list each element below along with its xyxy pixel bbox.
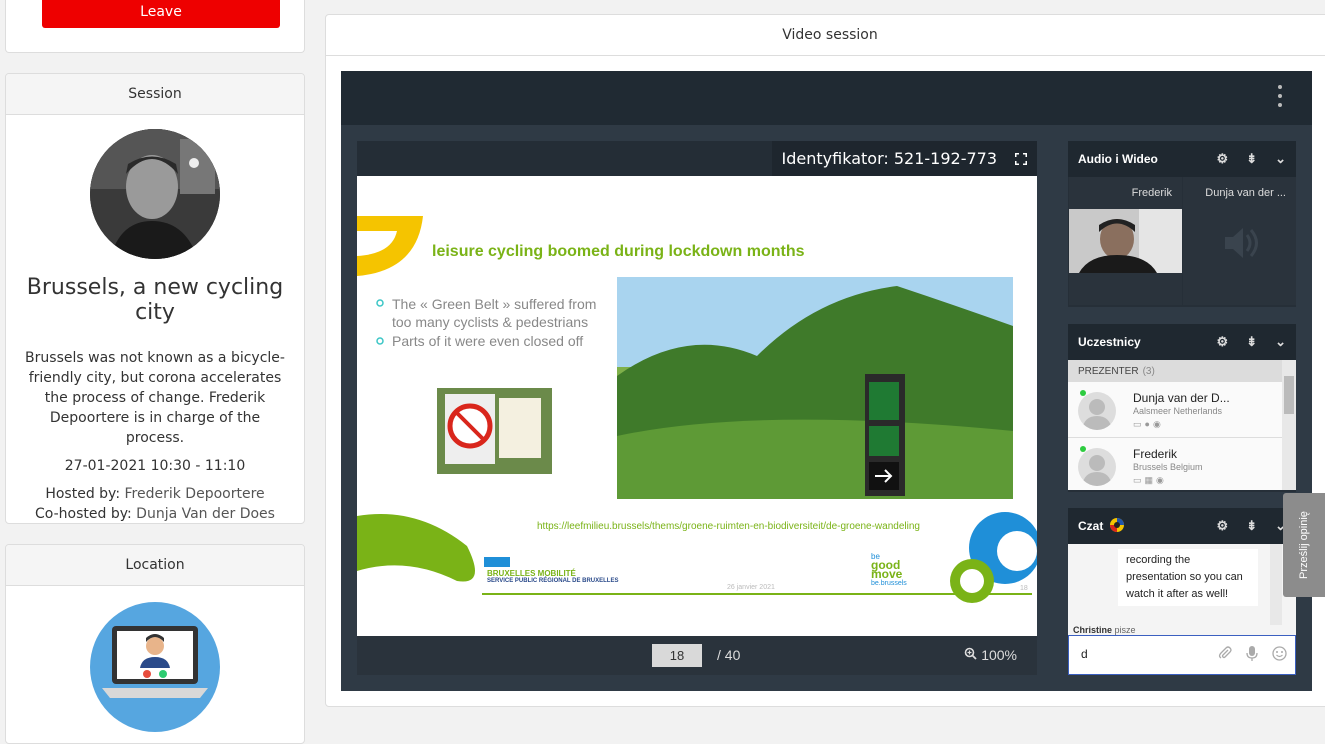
emoji-icon[interactable]	[1272, 646, 1287, 665]
session-header: Session	[6, 74, 304, 115]
avatar	[1078, 448, 1116, 486]
pin-icon[interactable]: ⇟	[1246, 151, 1257, 167]
slide-title: leisure cycling boomed during lockdown m…	[432, 243, 805, 260]
hosted-label: Hosted by:	[45, 486, 121, 502]
microphone-icon[interactable]	[1246, 646, 1258, 665]
participants-panel: Uczestnicy ⚙ ⇟ ⌄ PREZENTER (3) Dunja van…	[1068, 324, 1296, 492]
slide-bullet-1: The « Green Belt » suffered from too man…	[392, 295, 596, 331]
chevron-down-icon[interactable]: ⌄	[1275, 151, 1286, 167]
participant-location: Brussels Belgium	[1133, 462, 1203, 472]
chat-message: recording the presentation so you can wa…	[1118, 549, 1258, 606]
leave-button[interactable]: Leave	[42, 0, 280, 28]
participant-scrollbar[interactable]	[1282, 360, 1296, 490]
video-session-header: Video session	[326, 15, 1325, 56]
cohosted-by: Co-hosted by: Dunja Van der Does	[6, 504, 304, 523]
slide-org-name: BRUXELLES MOBILITÉ	[487, 569, 576, 578]
chat-header: Czat ⚙ ⇟ ⌄	[1068, 508, 1296, 544]
slide-logo-move: move	[871, 567, 903, 581]
zoom-icon	[964, 647, 977, 663]
audio-video-title: Audio i Wideo	[1078, 152, 1158, 166]
attachment-icon[interactable]	[1218, 646, 1232, 665]
identifier-text: Identyfikator: 521-192-773	[781, 149, 997, 168]
participant-list: PREZENTER (3) Dunja van der D... Aalsmee…	[1068, 360, 1296, 490]
audio-video-header: Audio i Wideo ⚙ ⇟ ⌄	[1068, 141, 1296, 177]
slide-logo: be good move be.brussels	[871, 552, 907, 588]
more-menu-icon[interactable]	[1278, 85, 1284, 107]
presenter-section: PREZENTER (3)	[1068, 360, 1296, 382]
slide-date: 26 janvier 2021	[727, 584, 775, 591]
speaker-icon	[1220, 223, 1260, 268]
fullscreen-icon[interactable]	[1015, 150, 1027, 169]
host-avatar	[90, 129, 220, 259]
slide-number: 18	[1020, 585, 1028, 592]
device-icons: ▭●◉	[1133, 419, 1164, 429]
avatar	[1078, 392, 1116, 430]
participants-header: Uczestnicy ⚙ ⇟ ⌄	[1068, 324, 1296, 360]
page-total: / 40	[717, 647, 741, 663]
device-icons: ▭▦◉	[1133, 475, 1167, 485]
chat-title: Czat	[1078, 519, 1104, 533]
location-card: Location	[5, 544, 305, 744]
zoom-level: 100%	[981, 647, 1017, 663]
player-topbar	[341, 71, 1312, 125]
online-status-icon	[1080, 390, 1086, 396]
chat-panel: Czat ⚙ ⇟ ⌄ recording the presentation so…	[1068, 508, 1296, 675]
cohosted-label: Co-hosted by:	[35, 506, 132, 522]
feedback-label: Prześlij opinię	[1298, 511, 1310, 579]
chat-scrollbar[interactable]	[1270, 544, 1282, 633]
list-item[interactable]: Dunja van der D... Aalsmeer Netherlands …	[1068, 382, 1296, 438]
slide-org-sub: SERVICE PUBLIC RÉGIONAL DE BRUXELLES	[487, 578, 619, 584]
participants-title: Uczestnicy	[1078, 335, 1141, 349]
online-status-icon	[1080, 446, 1086, 452]
video-tile-name: Dunja van der ...	[1205, 187, 1286, 199]
audio-video-panel: Audio i Wideo ⚙ ⇟ ⌄ Frederik Dunja van d…	[1068, 141, 1296, 307]
typing-suffix: pisze	[1114, 625, 1136, 635]
presenter-label: PREZENTER	[1078, 365, 1139, 377]
slide-bullet-2: Parts of it were even closed off	[392, 333, 584, 349]
slide-bullet-1-line-b: too many cyclists & pedestrians	[392, 314, 589, 330]
slide-logo-brussels: be.brussels	[871, 580, 907, 587]
chevron-down-icon[interactable]: ⌄	[1275, 334, 1286, 350]
session-title: Brussels, a new cycling city	[26, 275, 284, 325]
presenter-count: (3)	[1142, 365, 1155, 377]
list-item[interactable]: Frederik Brussels Belgium ▭▦◉	[1068, 438, 1296, 490]
typing-name: Christine	[1073, 625, 1113, 635]
slide-url: https://leefmilieu.brussels/thems/groene…	[537, 521, 920, 532]
video-tile[interactable]: Frederik	[1069, 177, 1182, 305]
video-tile-name: Frederik	[1131, 187, 1172, 199]
pin-icon[interactable]: ⇟	[1246, 518, 1257, 534]
meeting-identifier: Identyfikator: 521-192-773	[771, 141, 1037, 176]
chat-messages: recording the presentation so you can wa…	[1068, 544, 1296, 633]
pin-icon[interactable]: ⇟	[1246, 334, 1257, 350]
chat-input-box	[1068, 635, 1296, 675]
slide-pager: / 40 100%	[357, 636, 1037, 675]
session-description: Brussels was not known as a bicycle-frie…	[25, 350, 285, 446]
leave-card: Leave	[5, 0, 305, 53]
cohost-name: Dunja Van der Does	[136, 506, 275, 522]
webinar-player: Identyfikator: 521-192-773 leisure cycli…	[341, 71, 1312, 691]
gear-icon[interactable]: ⚙	[1217, 518, 1229, 534]
host-name: Frederik Depoortere	[124, 486, 265, 502]
feedback-tab[interactable]: Prześlij opinię	[1283, 493, 1325, 597]
participant-location: Aalsmeer Netherlands	[1133, 406, 1223, 416]
online-meeting-icon	[90, 602, 220, 732]
zoom-control[interactable]: 100%	[964, 647, 1017, 663]
session-datetime: 27-01-2021 10:30 - 11:10	[64, 458, 246, 474]
location-header: Location	[6, 545, 304, 586]
participant-name: Frederik	[1133, 447, 1178, 461]
participant-name: Dunja van der D...	[1133, 391, 1230, 405]
hosted-by: Hosted by: Frederik Depoortere	[6, 484, 304, 504]
page-number-input[interactable]	[652, 644, 702, 667]
presentation-slide: leisure cycling boomed during lockdown m…	[357, 176, 1037, 636]
gear-icon[interactable]: ⚙	[1217, 151, 1229, 167]
chat-message-input[interactable]	[1069, 636, 1199, 672]
gear-icon[interactable]: ⚙	[1217, 334, 1229, 350]
slide-bullet-1-line-a: The « Green Belt » suffered from	[392, 296, 597, 312]
presentation-viewer: Identyfikator: 521-192-773 leisure cycli…	[357, 141, 1037, 675]
session-card: Session Brussels, a new cycling city Bru…	[5, 73, 305, 524]
video-tile[interactable]: Dunja van der ...	[1183, 177, 1296, 305]
chat-avatar-icon	[1109, 517, 1125, 536]
